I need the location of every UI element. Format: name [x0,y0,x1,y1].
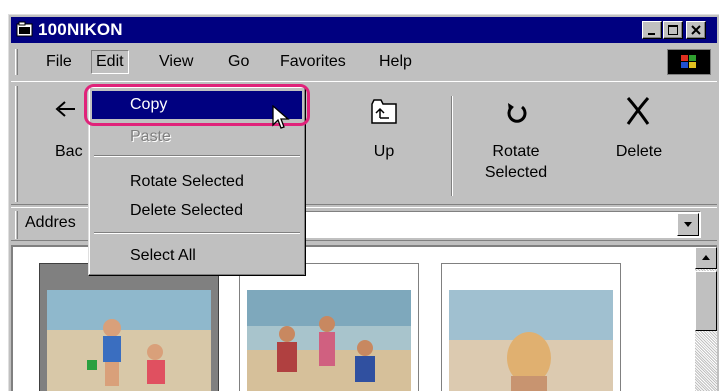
photo-beach-children [47,290,211,391]
menu-item-delete-selected[interactable]: Delete Selected [92,197,302,225]
up-button[interactable]: Up [354,90,414,170]
pointer-cursor-icon [272,104,292,136]
photo-beach-girl [449,290,613,391]
maximize-button[interactable] [663,21,683,39]
minimize-button[interactable] [642,21,662,39]
up-folder-icon [371,99,397,124]
windows-logo-icon [667,49,711,75]
scroll-thumb[interactable] [695,271,717,331]
rotate-icon [507,103,527,123]
photo-thumbnail[interactable] [239,263,419,391]
rotate-selected-button[interactable]: Rotate Selected [471,90,561,190]
menubar-grip[interactable] [15,49,18,75]
close-icon [691,25,701,35]
menu-item-select-all[interactable]: Select All [92,242,302,270]
menu-edit[interactable]: Edit [91,50,129,74]
rotate-label-line1: Rotate [492,143,540,160]
address-dropdown-button[interactable] [677,213,699,236]
address-label: Addres [25,214,76,231]
vertical-scrollbar[interactable] [695,247,717,391]
menu-file[interactable]: File [43,52,75,72]
folder-icon [16,21,34,38]
delete-button[interactable]: Delete [599,90,679,170]
photo-thumbnail[interactable] [441,263,621,391]
addressbar-grip[interactable] [15,211,18,239]
back-arrow-icon [55,101,75,117]
menu-bar: File Edit View Go Favorites Help [11,47,717,77]
menu-item-rotate-selected[interactable]: Rotate Selected [92,168,302,196]
photo-beach-group [247,290,411,391]
photo-thumbnail[interactable] [39,263,219,391]
scroll-up-arrow-icon [702,255,710,260]
menu-help[interactable]: Help [376,52,415,72]
title-bar[interactable]: 100NIKON [11,17,717,43]
toolbar-grip[interactable] [15,86,18,202]
scroll-up-button[interactable] [695,247,717,269]
window-title: 100NIKON [38,20,123,39]
menu-go[interactable]: Go [225,52,252,72]
close-button[interactable] [686,21,706,39]
menu-view[interactable]: View [156,52,196,72]
menu-favorites[interactable]: Favorites [277,52,349,72]
delete-label: Delete [615,143,663,160]
menu-separator [94,232,300,234]
back-label: Bac [55,143,83,160]
toolbar-separator [451,96,453,196]
maximize-icon [668,25,678,35]
minimize-icon [648,33,655,35]
up-label: Up [373,143,395,160]
delete-x-icon [626,97,650,125]
rotate-label-line2: Selected [484,164,548,181]
menu-separator [94,155,300,157]
menu-item-paste: Paste [130,128,171,145]
dropdown-arrow-icon [684,222,692,227]
